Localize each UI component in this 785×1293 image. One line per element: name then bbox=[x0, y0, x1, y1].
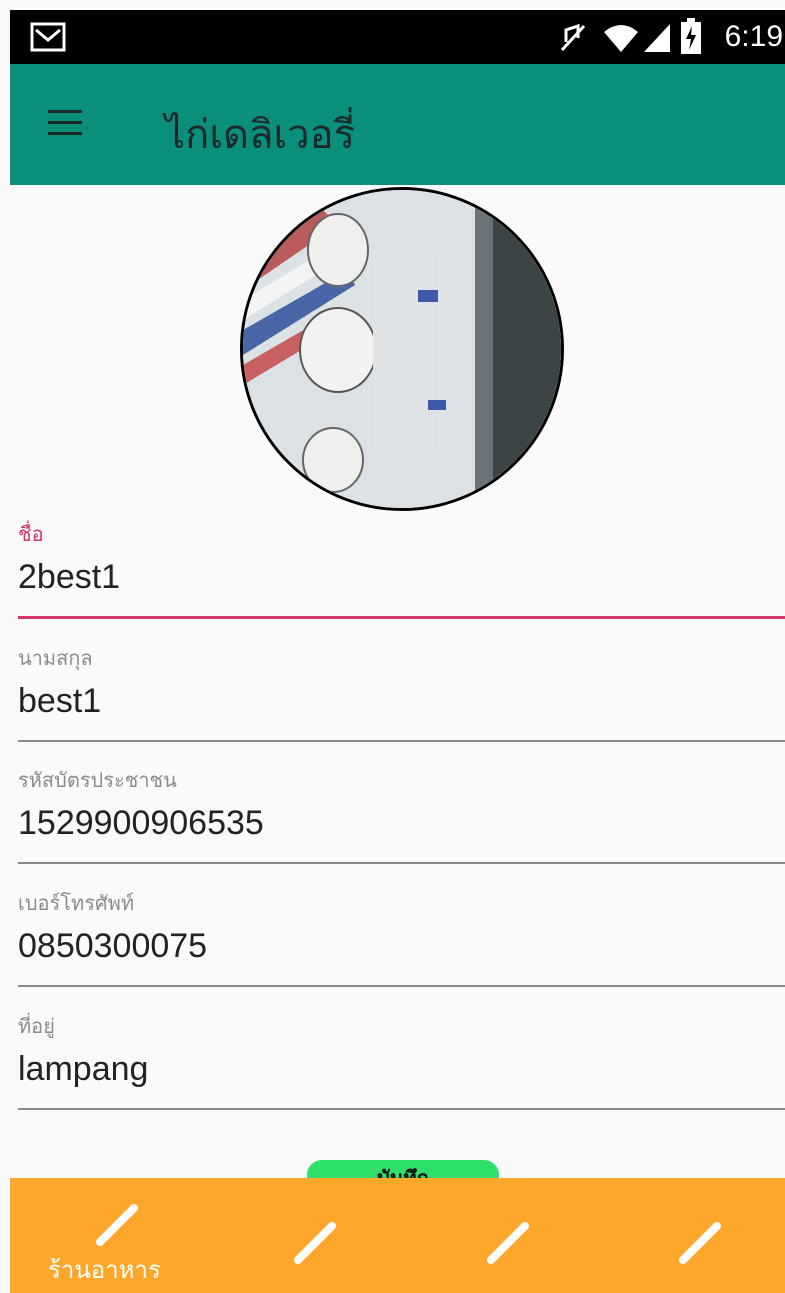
gmail-icon bbox=[30, 22, 66, 52]
battery-charging-icon bbox=[681, 18, 701, 54]
nav-item-3[interactable] bbox=[390, 1178, 580, 1293]
nav-item-2[interactable] bbox=[200, 1178, 390, 1293]
wifi-icon bbox=[604, 25, 638, 52]
first-name-input[interactable]: 2best1 bbox=[18, 558, 778, 597]
id-card-underline bbox=[18, 862, 785, 864]
app-bar: ไก่เดลิเวอรี่ bbox=[10, 64, 785, 185]
id-card-input[interactable]: 1529900906535 bbox=[18, 804, 778, 843]
first-name-label: ชื่อ bbox=[18, 522, 44, 546]
mute-icon bbox=[560, 23, 586, 52]
pencil-icon bbox=[96, 1204, 138, 1246]
signal-icon bbox=[644, 24, 670, 52]
profile-photo bbox=[243, 190, 561, 508]
address-underline bbox=[18, 1108, 785, 1110]
last-name-label: นามสกุล bbox=[18, 646, 93, 670]
address-input[interactable]: lampang bbox=[18, 1050, 778, 1089]
pencil-icon bbox=[294, 1222, 336, 1264]
nav-item-restaurant-label: ร้านอาหาร bbox=[48, 1256, 161, 1284]
pencil-icon bbox=[487, 1222, 529, 1264]
phone-label: เบอร์โทรศัพท์ bbox=[18, 891, 135, 915]
nav-item-restaurant[interactable]: ร้านอาหาร bbox=[10, 1178, 200, 1293]
address-label: ที่อยู่ bbox=[18, 1014, 55, 1038]
phone-underline bbox=[18, 985, 785, 987]
last-name-input[interactable]: best1 bbox=[18, 682, 778, 721]
nav-item-4[interactable] bbox=[585, 1178, 775, 1293]
bottom-nav: ร้านอาหาร bbox=[10, 1178, 785, 1293]
hamburger-menu-icon[interactable] bbox=[46, 106, 86, 140]
status-bar: 6:19 bbox=[10, 10, 785, 64]
app-title: ไก่เดลิเวอรี่ bbox=[165, 113, 356, 157]
last-name-underline bbox=[18, 740, 785, 742]
phone-input[interactable]: 0850300075 bbox=[18, 927, 778, 966]
id-card-label: รหัสบัตรประชาชน bbox=[18, 768, 177, 792]
first-name-underline bbox=[18, 616, 785, 619]
pencil-icon bbox=[679, 1222, 721, 1264]
status-time: 6:19 bbox=[724, 20, 783, 53]
profile-avatar[interactable] bbox=[240, 187, 564, 511]
